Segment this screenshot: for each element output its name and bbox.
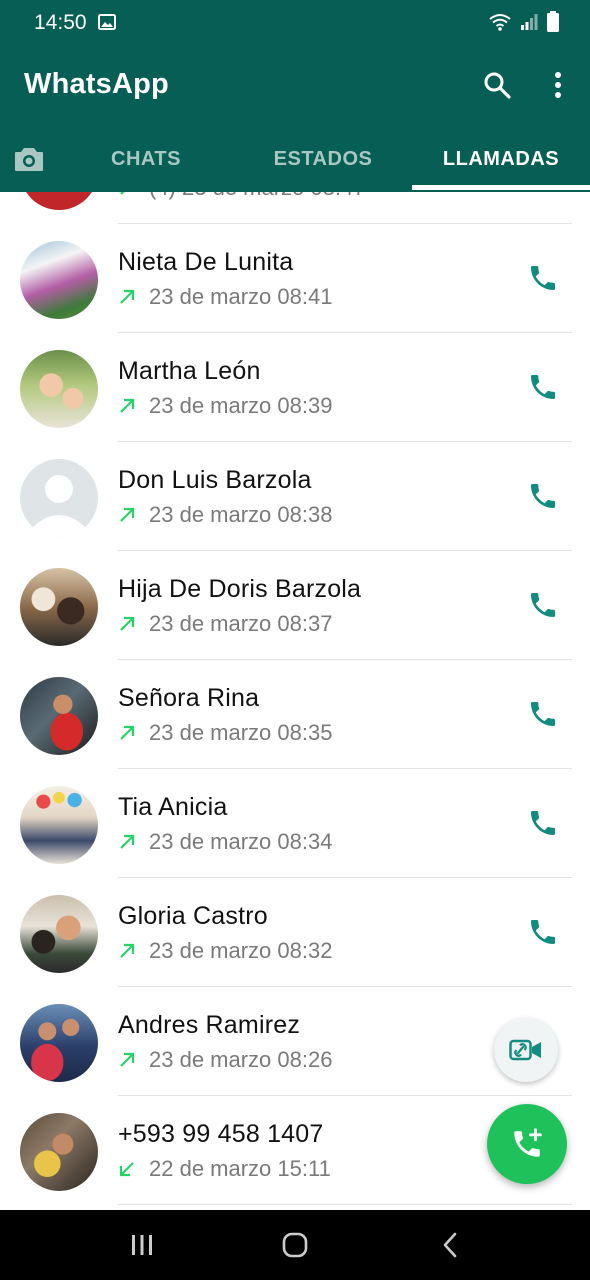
- outgoing-call-arrow-icon: [120, 616, 135, 631]
- system-nav-bar: [0, 1210, 590, 1280]
- phone-call-icon[interactable]: [527, 698, 559, 730]
- camera-icon: [15, 148, 43, 171]
- search-icon[interactable]: [483, 71, 511, 99]
- new-call-icon: [514, 1128, 542, 1157]
- avatar: [20, 1004, 98, 1082]
- call-meta: 23 de marzo 08:26: [118, 1047, 332, 1073]
- recents-button[interactable]: [112, 1210, 172, 1280]
- active-tab-indicator: [412, 185, 590, 190]
- call-link-icon: [509, 1039, 541, 1061]
- call-row[interactable]: Nieta De Lunita 23 de marzo 08:41: [0, 224, 590, 333]
- call-time: (4) 23 de marzo 08:47: [149, 192, 365, 201]
- contact-name: Nieta De Lunita: [118, 248, 294, 276]
- avatar: [20, 1113, 98, 1191]
- contact-name: Hija De Doris Barzola: [118, 575, 362, 603]
- phone-call-icon[interactable]: [527, 480, 559, 512]
- app-title: WhatsApp: [24, 68, 169, 100]
- recents-icon: [132, 1235, 152, 1255]
- outgoing-call-arrow-icon: [120, 192, 125, 195]
- call-link-button[interactable]: [494, 1018, 558, 1082]
- contact-name: +593 99 458 1407: [118, 1120, 324, 1148]
- avatar: [20, 568, 98, 646]
- incoming-call-arrow-icon: [119, 1162, 134, 1177]
- outgoing-call-arrow-icon: [120, 289, 135, 304]
- contact-name: Gloria Castro: [118, 902, 268, 930]
- outgoing-call-arrow-icon: [120, 1052, 135, 1067]
- more-vert-icon[interactable]: [548, 71, 568, 99]
- row-divider: [118, 1204, 572, 1205]
- contact-name: Don Luis Barzola: [118, 466, 312, 494]
- call-time: 23 de marzo 08:26: [149, 1047, 333, 1072]
- call-meta: 22 de marzo 15:11: [118, 1156, 331, 1182]
- back-button[interactable]: [420, 1210, 480, 1280]
- phone-call-icon[interactable]: [527, 589, 559, 621]
- avatar: [20, 192, 98, 210]
- tab-estados[interactable]: ESTADOS: [234, 128, 412, 190]
- call-meta: 23 de marzo 08:37: [118, 611, 332, 637]
- call-time: 23 de marzo 08:35: [149, 720, 333, 745]
- call-time: 23 de marzo 08:32: [149, 938, 333, 963]
- call-meta: 23 de marzo 08:35: [118, 720, 332, 746]
- call-time: 23 de marzo 08:41: [149, 284, 333, 309]
- outgoing-call-arrow-icon: [120, 507, 135, 522]
- tab-bar: CHATS ESTADOS LLAMADAS: [0, 128, 590, 190]
- contact-name: Martha León: [118, 357, 261, 385]
- outgoing-call-arrow-icon: [120, 725, 135, 740]
- battery-icon: [547, 11, 559, 32]
- contact-name: Andres Ramirez: [118, 1011, 301, 1039]
- phone-call-icon[interactable]: [527, 807, 559, 839]
- new-call-button[interactable]: [487, 1104, 567, 1184]
- tab-chats[interactable]: CHATS: [58, 128, 234, 190]
- avatar: [20, 350, 98, 428]
- call-time: 22 de marzo 15:11: [149, 1156, 331, 1181]
- gallery-icon: [98, 14, 116, 30]
- call-meta: (4) 23 de marzo 08:47: [118, 192, 365, 201]
- call-meta: 23 de marzo 08:39: [118, 393, 332, 419]
- avatar: [20, 895, 98, 973]
- call-time: 23 de marzo 08:38: [149, 502, 333, 527]
- call-row[interactable]: Martha León 23 de marzo 08:39: [0, 333, 590, 442]
- call-row[interactable]: Tia Anicia 23 de marzo 08:34: [0, 769, 590, 878]
- avatar: [20, 241, 98, 319]
- call-row[interactable]: Gloria Castro 23 de marzo 08:32: [0, 878, 590, 987]
- signal-icon: [521, 14, 538, 30]
- default-avatar-icon: [20, 459, 98, 537]
- outgoing-call-arrow-icon: [120, 398, 135, 413]
- call-meta: 23 de marzo 08:38: [118, 502, 332, 528]
- call-row[interactable]: Señora Rina 23 de marzo 08:35: [0, 660, 590, 769]
- call-time: 23 de marzo 08:37: [149, 611, 333, 636]
- outgoing-call-arrow-icon: [120, 943, 135, 958]
- back-icon: [443, 1232, 457, 1258]
- tab-camera[interactable]: [0, 128, 58, 190]
- call-row[interactable]: Don Luis Barzola 23 de marzo 08:38: [0, 442, 590, 551]
- outgoing-call-arrow-icon: [120, 834, 135, 849]
- wifi-icon: [489, 14, 511, 31]
- call-time: 23 de marzo 08:39: [149, 393, 333, 418]
- contact-name: Tia Anicia: [118, 793, 228, 821]
- system-icons: [488, 11, 560, 33]
- call-meta: 23 de marzo 08:34: [118, 829, 332, 855]
- home-icon: [282, 1232, 308, 1258]
- avatar: [20, 786, 98, 864]
- status-bar: 14:50: [0, 0, 590, 44]
- call-row[interactable]: Hija De Doris Barzola 23 de marzo 08:37: [0, 551, 590, 660]
- call-row-partial[interactable]: (4) 23 de marzo 08:47: [0, 192, 590, 224]
- phone-call-icon[interactable]: [527, 262, 559, 294]
- phone-call-icon[interactable]: [527, 916, 559, 948]
- avatar: [20, 677, 98, 755]
- tab-llamadas[interactable]: LLAMADAS: [412, 128, 590, 190]
- phone-call-icon[interactable]: [527, 371, 559, 403]
- status-time: 14:50: [34, 11, 87, 34]
- call-meta: 23 de marzo 08:32: [118, 938, 332, 964]
- call-meta: 23 de marzo 08:41: [118, 284, 332, 310]
- call-time: 23 de marzo 08:34: [149, 829, 333, 854]
- home-button[interactable]: [265, 1210, 325, 1280]
- contact-name: Señora Rina: [118, 684, 260, 712]
